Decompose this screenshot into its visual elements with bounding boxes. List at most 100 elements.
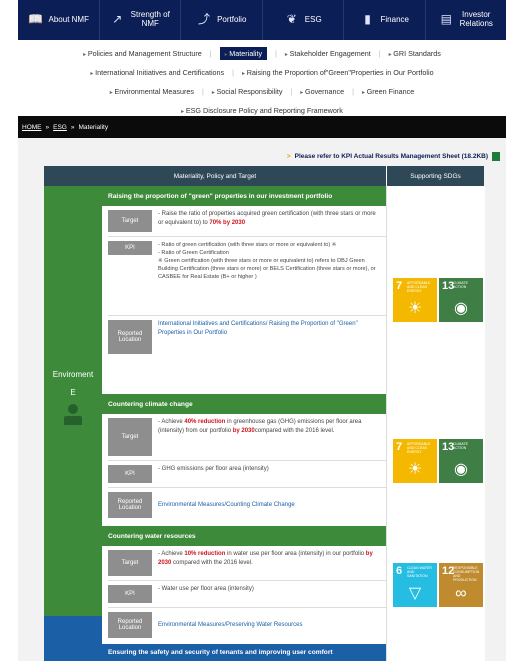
subnav-green-finance[interactable]: Green Finance [362,87,415,96]
location-link[interactable]: Environmental Measures/Counting Climate … [152,488,386,522]
materiality-section: Countering water resources Target - Achi… [102,526,386,641]
kpi-label: KPI [108,465,152,483]
bar-chart-icon: ▮ [364,12,371,27]
header-materiality: Materiality, Policy and Target [44,166,387,186]
nav-esg[interactable]: ❦ ESG [263,0,344,40]
breadcrumb-esg[interactable]: ESG [53,124,67,131]
environment-label: Enviroment [52,370,94,379]
table-header: Materiality, Policy and Target Supportin… [44,166,484,186]
section-title: Raising the proportion of "green" proper… [102,186,386,206]
global-nav: 📖 About NMF ↗ Strength of NMF ⤴ Portfolio ❦… [18,0,506,40]
breadcrumb-sep: » [45,123,50,131]
esg-subnav: Policies and Management Structure| Mater… [18,40,506,116]
nav-finance[interactable]: ▮ Finance [344,0,426,40]
subnav-social[interactable]: Social Responsibility [212,87,283,96]
materiality-section: Ensuring the safety and security of tena… [102,644,386,661]
sdg-column: 7 AFFORDABLE AND CLEAN ENERGY ☀ 13 CLIMATE … [386,186,485,661]
sdg-7-badge: 7 AFFORDABLE AND CLEAN ENERGY ☀ [393,439,437,483]
main-content: > Please refer to KPI Actual Results Man… [18,138,506,661]
kpi-sheet-link-text: Please refer to KPI Actual Results Manag… [294,153,488,160]
nav-about[interactable]: 📖 About NMF [18,0,100,40]
location-label: Reported Location [108,492,152,518]
location-label: Reported Location [108,320,152,354]
subnav-environmental[interactable]: Environmental Measures [110,87,194,96]
eye-globe-icon: ◉ [454,300,468,317]
target-text: - Achieve 10% reduction in water use per… [158,551,373,566]
book-icon: 📖 [28,12,43,27]
nav-about-label: About NMF [48,14,89,24]
section-title: Countering water resources [102,526,386,546]
esg-leaf-icon: ❦ [286,12,297,27]
breadcrumb-home[interactable]: HOME [22,124,42,131]
kpi-label: KPI [108,585,152,603]
social-category [44,616,102,661]
nav-portfolio[interactable]: ⤴ Portfolio [181,0,263,40]
nav-investor[interactable]: ▤ Investor Relations [426,0,506,40]
subnav-governance[interactable]: Governance [300,87,344,96]
subnav-materiality[interactable]: Materiality [219,47,268,60]
sdg-7-badge: 7 AFFORDABLE AND CLEAN ENERGY ☀ [393,278,437,322]
person-icon [63,404,83,426]
subnav-policies[interactable]: Policies and Management Structure [83,49,202,58]
kpi-row: KPI - GHG emissions per floor area (inte… [108,461,386,488]
target-row: Target - Raise the ratio of properties a… [108,206,386,237]
nav-finance-label: Finance [380,14,409,24]
kpi-text: - GHG emissions per floor area (intensit… [158,466,269,472]
eye-globe-icon: ◉ [454,461,468,478]
breadcrumb-current: Materiality [78,123,109,131]
subnav-initiatives[interactable]: International Initiatives and Certificat… [90,68,224,77]
sdg-group: 7 AFFORDABLE AND CLEAN ENERGY ☀ 13 CLIMATE … [393,439,483,483]
target-row: Target - Achieve 10% reduction in water … [108,546,386,581]
sdg-13-badge: 13 CLIMATE ACTION ◉ [439,439,483,483]
sun-icon: ☀ [407,300,423,317]
document-icon: ▤ [440,12,452,27]
sdg-group: 7 AFFORDABLE AND CLEAN ENERGY ☀ 13 CLIMATE … [393,278,483,322]
kpi-row: KPI - Water use per floor area (intensit… [108,581,386,608]
nav-strength[interactable]: ↗ Strength of NMF [100,0,181,40]
kpi-text: - Water use per floor area (intensity) [158,586,254,592]
breadcrumb-sep: » [70,123,75,131]
kpi-text: - Ratio of green certification (with thr… [158,242,376,281]
target-row: Target - Achieve 40% reduction in greenh… [108,414,386,461]
header-sdgs: Supporting SDGs [410,172,461,180]
target-label: Target [108,418,152,456]
water-glass-icon: ▽ [408,585,422,602]
nav-portfolio-label: Portfolio [217,14,247,24]
materiality-section: Raising the proportion of "green" proper… [102,186,386,358]
target-text: - Achieve 40% reduction in greenhouse ga… [158,419,362,434]
section-title: Countering climate change [102,394,386,414]
subnav-disclosure[interactable]: ESG Disclosure Policy and Reporting Fram… [181,106,343,115]
target-label: Target [108,550,152,576]
location-link[interactable]: International Initiatives and Certificat… [152,316,386,358]
sdg-6-badge: 6 CLEAN WATER AND SANITATION ▽ [393,563,437,607]
kpi-row: KPI - Ratio of green certification (with… [108,237,386,316]
location-row: Reported Location International Initiati… [108,316,386,358]
growth-chart-icon: ↗ [112,12,123,27]
kpi-label: KPI [108,241,152,255]
location-row: Reported Location Environmental Measures… [108,608,386,642]
section-title: Ensuring the safety and security of tena… [102,644,386,661]
target-label: Target [108,210,152,232]
sun-icon: ☀ [407,461,423,478]
sdg-13-badge: 13 CLIMATE ACTION ◉ [439,278,483,322]
location-row: Reported Location Environmental Measures… [108,488,386,522]
subnav-green-properties[interactable]: Raising the Proportion of"Green"Properti… [242,68,434,77]
target-text: - Raise the ratio of properties acquired… [158,211,376,226]
subnav-gri[interactable]: GRI Standards [389,49,441,58]
location-link[interactable]: Environmental Measures/Preserving Water … [152,608,386,642]
environment-letter: E [70,388,76,397]
sdg-group: 6 CLEAN WATER AND SANITATION ▽ 12 RESPONSIB… [393,563,483,607]
chevron-right-icon: > [286,153,291,160]
subnav-stakeholder[interactable]: Stakeholder Engagement [285,49,371,58]
breadcrumb: HOME » ESG » Materiality [18,116,506,138]
location-label: Reported Location [108,612,152,638]
environment-category: Enviroment E [44,186,102,616]
nav-esg-label: ESG [304,14,322,24]
kpi-sheet-link[interactable]: > Please refer to KPI Actual Results Man… [287,152,500,161]
portfolio-curve-icon: ⤴ [198,12,211,27]
nav-strength-label: Strength of NMF [130,10,170,28]
materiality-section: Countering climate change Target - Achie… [102,394,386,522]
materiality-table: Materiality, Policy and Target Supportin… [44,166,485,661]
excel-file-icon [492,152,500,161]
infinity-icon: ∞ [455,585,467,602]
